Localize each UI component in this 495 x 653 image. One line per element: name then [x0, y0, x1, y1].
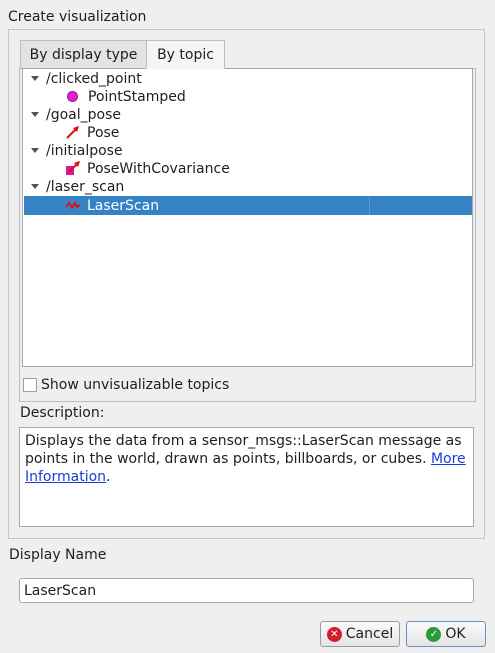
- cancel-button[interactable]: ✕ Cancel: [320, 621, 400, 647]
- checkbox-box[interactable]: [23, 378, 37, 392]
- checkbox-label: Show unvisualizable topics: [41, 377, 230, 393]
- point-stamped-icon: [67, 91, 78, 102]
- expand-arrow-icon[interactable]: [31, 184, 39, 189]
- tree-item-point-stamped[interactable]: PointStamped: [67, 88, 186, 106]
- display-name-input[interactable]: [19, 578, 474, 603]
- laser-scan-icon: [65, 197, 81, 218]
- show-unvisualizable-checkbox[interactable]: Show unvisualizable topics: [23, 377, 273, 393]
- ok-button[interactable]: ✓ OK: [406, 621, 486, 647]
- tree-item-pose[interactable]: Pose: [65, 124, 119, 142]
- tree-item-label: PoseWithCovariance: [87, 161, 230, 177]
- checkmark-icon: ✓: [426, 626, 442, 642]
- expand-arrow-icon[interactable]: [31, 148, 39, 153]
- tree-topic-laser-scan[interactable]: /laser_scan: [46, 178, 124, 196]
- tab-by-topic[interactable]: By topic: [146, 40, 225, 69]
- tree-topic-initialpose[interactable]: /initialpose: [46, 142, 123, 160]
- expand-arrow-icon[interactable]: [31, 76, 39, 81]
- tree-item-label: Pose: [87, 125, 120, 141]
- tree-item-label: PointStamped: [88, 89, 186, 105]
- display-name-label: Display Name: [9, 547, 107, 563]
- expand-arrow-icon[interactable]: [31, 112, 39, 117]
- description-label: Description:: [20, 405, 105, 421]
- tree-item-laser-scan[interactable]: LaserScan: [65, 197, 159, 215]
- cancel-label: Cancel: [345, 626, 394, 642]
- description-box: Displays the data from a sensor_msgs::La…: [19, 427, 474, 527]
- tree-item-label: LaserScan: [87, 198, 160, 214]
- tree-topic-clicked-point[interactable]: /clicked_point: [46, 70, 142, 88]
- tree-topic-goal-pose[interactable]: /goal_pose: [46, 106, 121, 124]
- description-suffix: .: [106, 469, 111, 485]
- cancel-icon: ✕: [326, 626, 342, 642]
- dialog-title: Create visualization: [8, 9, 147, 25]
- column-separator: [369, 196, 370, 215]
- tree-item-pose-with-covariance[interactable]: PoseWithCovariance: [65, 160, 230, 178]
- description-text: Displays the data from a sensor_msgs::La…: [25, 433, 462, 467]
- tab-by-display-type[interactable]: By display type: [20, 40, 147, 69]
- topic-tree[interactable]: /clicked_point PointStamped /goal_pose P…: [22, 68, 473, 367]
- ok-label: OK: [445, 626, 466, 642]
